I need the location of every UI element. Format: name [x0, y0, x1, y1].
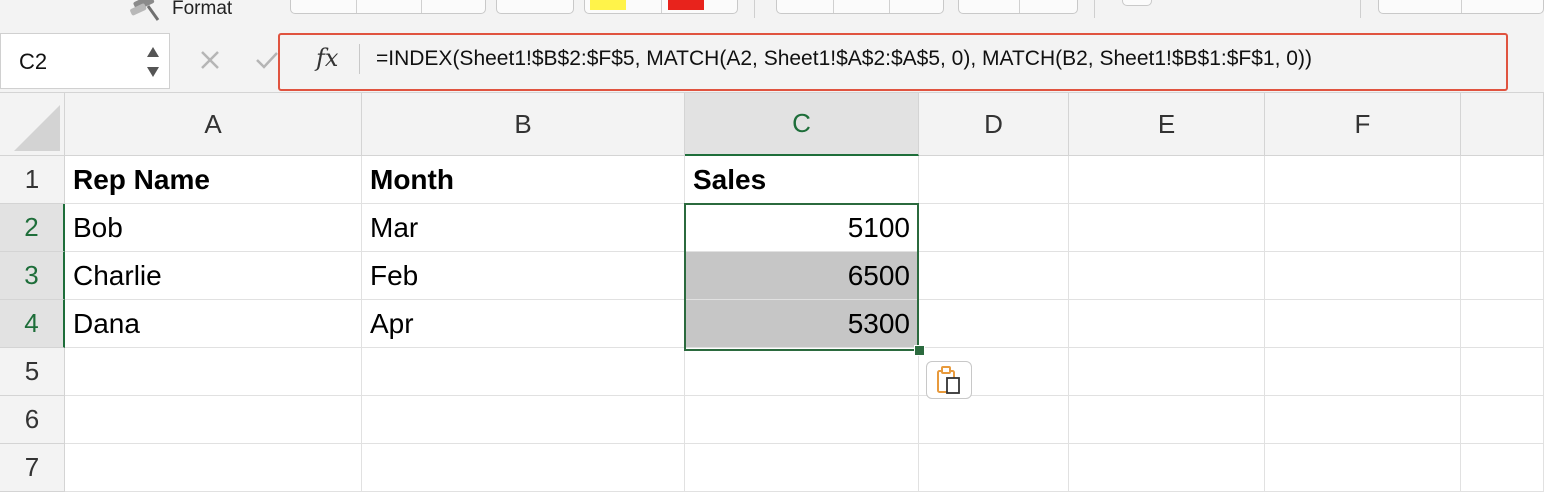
row-header-7[interactable]: 7: [0, 444, 65, 492]
cell-e6[interactable]: [1069, 396, 1265, 444]
ribbon-divider: [1360, 0, 1361, 18]
cell-a1[interactable]: Rep Name: [65, 156, 362, 204]
cell-e7[interactable]: [1069, 444, 1265, 492]
cell-a6[interactable]: [65, 396, 362, 444]
formula-highlight-annotation: [278, 33, 1508, 91]
column-header-g[interactable]: [1461, 93, 1544, 156]
cell-d1[interactable]: [919, 156, 1069, 204]
fill-color-swatch: [590, 0, 626, 10]
clipboard-icon: [937, 366, 960, 394]
cell-e3[interactable]: [1069, 252, 1265, 300]
cell-f4[interactable]: [1265, 300, 1461, 348]
cell-f7[interactable]: [1265, 444, 1461, 492]
x-icon[interactable]: [198, 48, 222, 72]
font-style-buttons[interactable]: [290, 0, 486, 14]
cell-c3[interactable]: 6500: [685, 252, 919, 300]
cell-a3[interactable]: Charlie: [65, 252, 362, 300]
wrap-text-button[interactable]: [1122, 0, 1152, 6]
spreadsheet-grid: A B C D E F 1 2 3 4 5 6 7 Rep Name Month…: [0, 93, 1544, 492]
column-header-f[interactable]: F: [1265, 93, 1461, 156]
paintbrush-icon: [130, 0, 160, 21]
cell-f6[interactable]: [1265, 396, 1461, 444]
up-down-arrows-icon[interactable]: [146, 44, 160, 80]
select-all-button[interactable]: [0, 93, 65, 156]
fill-handle[interactable]: [914, 345, 925, 356]
cell-b5[interactable]: [362, 348, 685, 396]
column-header-e[interactable]: E: [1069, 93, 1265, 156]
cell-g5[interactable]: [1461, 348, 1544, 396]
cell-e2[interactable]: [1069, 204, 1265, 252]
cell-g4[interactable]: [1461, 300, 1544, 348]
name-box[interactable]: C2: [0, 33, 170, 89]
cell-b6[interactable]: [362, 396, 685, 444]
cell-d3[interactable]: [919, 252, 1069, 300]
borders-button[interactable]: [496, 0, 574, 14]
number-format-buttons[interactable]: [1378, 0, 1544, 14]
cell-g1[interactable]: [1461, 156, 1544, 204]
row-header-6[interactable]: 6: [0, 396, 65, 444]
column-header-b[interactable]: B: [362, 93, 685, 156]
cell-f5[interactable]: [1265, 348, 1461, 396]
cell-f1[interactable]: [1265, 156, 1461, 204]
formula-bar: C2 fx =INDEX(Sheet1!$B$2:$F$5, MATCH(A2,…: [0, 30, 1544, 93]
cell-c1[interactable]: Sales: [685, 156, 919, 204]
cell-c6[interactable]: [685, 396, 919, 444]
cell-d6[interactable]: [919, 396, 1069, 444]
indent-buttons[interactable]: [958, 0, 1078, 14]
cell-g2[interactable]: [1461, 204, 1544, 252]
cell-b1[interactable]: Month: [362, 156, 685, 204]
row-header-1[interactable]: 1: [0, 156, 65, 204]
cell-g6[interactable]: [1461, 396, 1544, 444]
cell-b3[interactable]: Feb: [362, 252, 685, 300]
cell-b4[interactable]: Apr: [362, 300, 685, 348]
cell-c4[interactable]: 5300: [685, 300, 919, 348]
row-header-3[interactable]: 3: [0, 252, 65, 300]
corner-triangle-icon: [14, 105, 60, 151]
cell-a4[interactable]: Dana: [65, 300, 362, 348]
align-buttons[interactable]: [776, 0, 944, 14]
cell-e4[interactable]: [1069, 300, 1265, 348]
cell-d7[interactable]: [919, 444, 1069, 492]
cell-d2[interactable]: [919, 204, 1069, 252]
cell-g7[interactable]: [1461, 444, 1544, 492]
cell-a5[interactable]: [65, 348, 362, 396]
row-header-2[interactable]: 2: [0, 204, 65, 252]
format-painter-button[interactable]: Format: [128, 0, 232, 24]
paste-options-button[interactable]: [926, 361, 972, 399]
column-header-d[interactable]: D: [919, 93, 1069, 156]
cell-c7[interactable]: [685, 444, 919, 492]
cell-f2[interactable]: [1265, 204, 1461, 252]
cell-d4[interactable]: [919, 300, 1069, 348]
cell-g3[interactable]: [1461, 252, 1544, 300]
name-box-value: C2: [19, 49, 48, 74]
format-label: Format: [172, 0, 233, 19]
cell-f3[interactable]: [1265, 252, 1461, 300]
cell-e1[interactable]: [1069, 156, 1265, 204]
cell-c5[interactable]: [685, 348, 919, 396]
ribbon-divider: [1094, 0, 1095, 18]
checkmark-icon[interactable]: [254, 48, 280, 72]
row-header-4[interactable]: 4: [0, 300, 65, 348]
column-header-a[interactable]: A: [65, 93, 362, 156]
cell-b7[interactable]: [362, 444, 685, 492]
ribbon-divider: [754, 0, 755, 18]
font-color-swatch: [668, 0, 704, 10]
cell-a7[interactable]: [65, 444, 362, 492]
cell-b2[interactable]: Mar: [362, 204, 685, 252]
ribbon-toolbar: Format: [0, 0, 1544, 30]
cell-a2[interactable]: Bob: [65, 204, 362, 252]
cell-c2[interactable]: 5100: [685, 204, 919, 252]
row-header-5[interactable]: 5: [0, 348, 65, 396]
cell-e5[interactable]: [1069, 348, 1265, 396]
column-header-c[interactable]: C: [685, 93, 919, 156]
